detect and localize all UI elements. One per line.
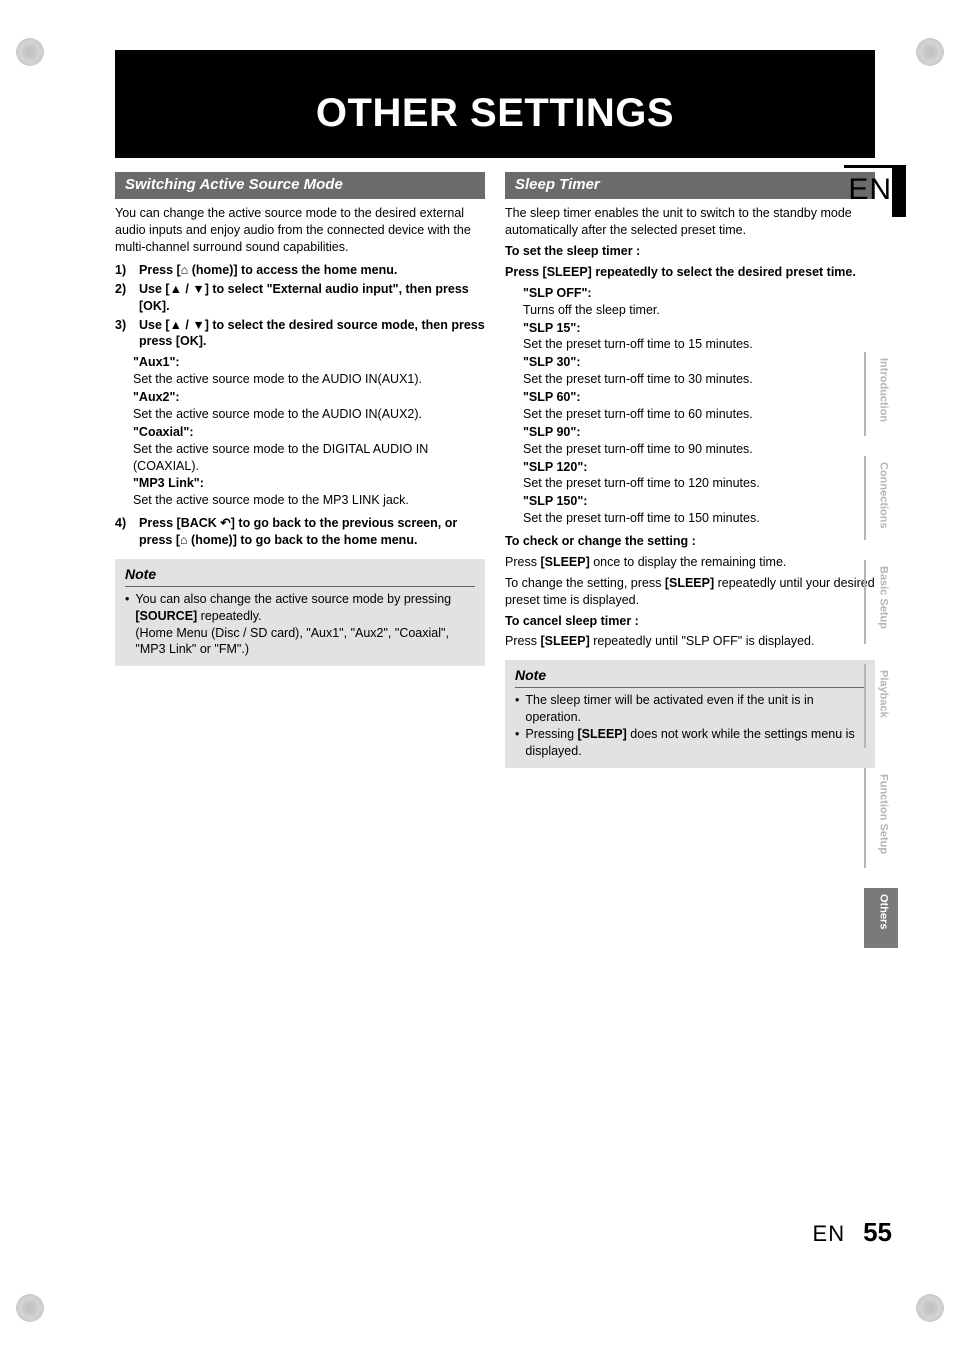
sleep-options: "SLP OFF": Turns off the sleep timer. "S…	[523, 285, 875, 527]
column-right: Sleep Timer The sleep timer enables the …	[505, 172, 875, 768]
step-body: Press [⌂ (home)] to access the home menu…	[139, 262, 485, 279]
note-item: You can also change the active source mo…	[125, 591, 475, 659]
note-item: The sleep timer will be activated even i…	[515, 692, 865, 726]
back-icon: ↶	[220, 516, 230, 530]
note-title: Note	[515, 666, 865, 688]
option-coaxial: "Coaxial": Set the active source mode to…	[133, 424, 485, 475]
left-intro: You can change the active source mode to…	[115, 205, 485, 256]
option-aux1: "Aux1": Set the active source mode to th…	[133, 354, 485, 388]
set-timer-instruction: Press [SLEEP] repeatedly to select the d…	[505, 264, 875, 281]
option-slp-15: "SLP 15": Set the preset turn-off time t…	[523, 320, 875, 354]
print-rosette-icon	[916, 1294, 944, 1322]
footer-lang: EN	[813, 1219, 846, 1249]
note-box-left: Note You can also change the active sour…	[115, 559, 485, 666]
step-number: 4)	[115, 515, 133, 549]
step-number: 1)	[115, 262, 133, 279]
step-2: 2) Use [▲ / ▼] to select "External audio…	[115, 281, 485, 315]
tab-playback[interactable]: Playback	[864, 664, 898, 748]
content-columns: Switching Active Source Mode You can cha…	[115, 172, 875, 768]
option-mp3link: "MP3 Link": Set the active source mode t…	[133, 475, 485, 509]
option-slp-120: "SLP 120": Set the preset turn-off time …	[523, 459, 875, 493]
print-rosette-icon	[16, 1294, 44, 1322]
section-heading-switching: Switching Active Source Mode	[115, 172, 485, 199]
page-content: OTHER SETTINGS Switching Active Source M…	[115, 50, 875, 768]
tab-introduction[interactable]: Introduction	[864, 352, 898, 436]
print-rosette-icon	[16, 38, 44, 66]
tab-others[interactable]: Others	[864, 888, 898, 948]
step-body: Use [▲ / ▼] to select "External audio in…	[139, 281, 485, 315]
option-slp-off: "SLP OFF": Turns off the sleep timer.	[523, 285, 875, 319]
tab-basic-setup[interactable]: Basic Setup	[864, 560, 898, 644]
right-intro: The sleep timer enables the unit to swit…	[505, 205, 875, 239]
note-box-right: Note The sleep timer will be activated e…	[505, 660, 875, 767]
print-rosette-icon	[916, 38, 944, 66]
page-footer: EN 55	[813, 1215, 892, 1250]
step-1: 1) Press [⌂ (home)] to access the home m…	[115, 262, 485, 279]
option-slp-30: "SLP 30": Set the preset turn-off time t…	[523, 354, 875, 388]
steps-list-continued: 4) Press [BACK ↶] to go back to the prev…	[115, 515, 485, 549]
step-3: 3) Use [▲ / ▼] to select the desired sou…	[115, 317, 485, 351]
check-line-2: To change the setting, press [SLEEP] rep…	[505, 575, 875, 609]
option-aux2: "Aux2": Set the active source mode to th…	[133, 389, 485, 423]
home-icon: ⌂	[180, 533, 188, 547]
step-body: Press [BACK ↶] to go back to the previou…	[139, 515, 485, 549]
set-timer-heading: To set the sleep timer :	[505, 243, 875, 260]
note-item: Pressing [SLEEP] does not work while the…	[515, 726, 865, 760]
language-indicator: EN	[844, 165, 892, 211]
tab-function-setup[interactable]: Function Setup	[864, 768, 898, 868]
tab-connections[interactable]: Connections	[864, 456, 898, 540]
page-title: OTHER SETTINGS	[115, 86, 875, 140]
steps-list: 1) Press [⌂ (home)] to access the home m…	[115, 262, 485, 350]
source-mode-options: "Aux1": Set the active source mode to th…	[133, 354, 485, 509]
side-tabs: Introduction Connections Basic Setup Pla…	[864, 352, 898, 948]
check-line-1: Press [SLEEP] once to display the remain…	[505, 554, 875, 571]
cancel-heading: To cancel sleep timer :	[505, 613, 875, 630]
step-number: 2)	[115, 281, 133, 315]
option-slp-90: "SLP 90": Set the preset turn-off time t…	[523, 424, 875, 458]
step-number: 3)	[115, 317, 133, 351]
option-slp-60: "SLP 60": Set the preset turn-off time t…	[523, 389, 875, 423]
step-4: 4) Press [BACK ↶] to go back to the prev…	[115, 515, 485, 549]
arrow-up-down-icon: ▲ / ▼	[170, 282, 205, 296]
option-slp-150: "SLP 150": Set the preset turn-off time …	[523, 493, 875, 527]
section-heading-sleep: Sleep Timer	[505, 172, 875, 199]
note-title: Note	[125, 565, 475, 587]
footer-page-number: 55	[863, 1215, 892, 1250]
page-header: OTHER SETTINGS	[115, 50, 875, 158]
cancel-line: Press [SLEEP] repeatedly until "SLP OFF"…	[505, 633, 875, 650]
step-body: Use [▲ / ▼] to select the desired source…	[139, 317, 485, 351]
column-left: Switching Active Source Mode You can cha…	[115, 172, 485, 768]
check-change-heading: To check or change the setting :	[505, 533, 875, 550]
arrow-up-down-icon: ▲ / ▼	[170, 318, 205, 332]
